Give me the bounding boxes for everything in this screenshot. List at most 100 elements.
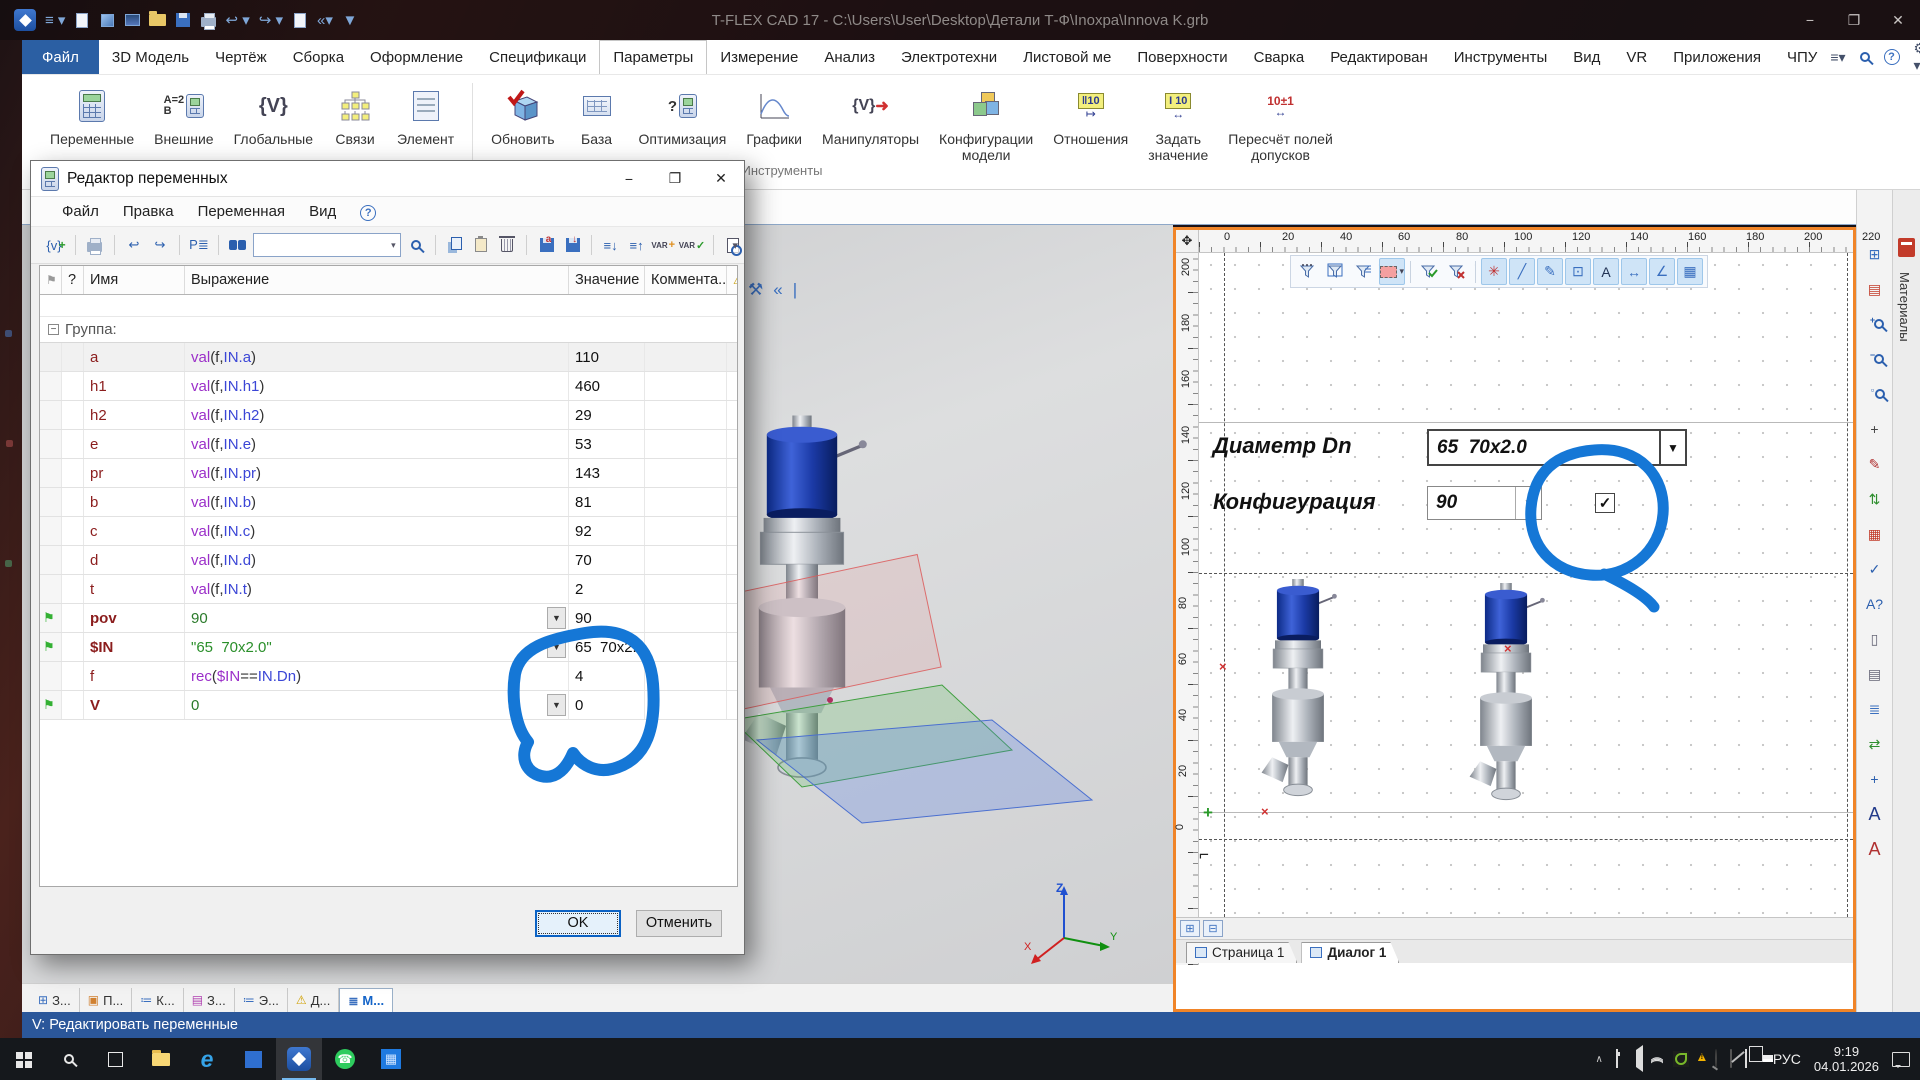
tab-Сборка[interactable]: Сборка [280, 40, 357, 74]
dialog-mode-icon[interactable]: ⊟ [1203, 920, 1223, 937]
paste-icon[interactable] [470, 233, 492, 257]
variable-expression[interactable]: 0▼ [185, 691, 569, 719]
variable-row-pov[interactable]: ⚑pov90▼90 [40, 604, 737, 633]
save-variables-icon[interactable]: a [535, 233, 557, 257]
filter-apply-icon[interactable] [1416, 258, 1442, 285]
checker-icon[interactable]: ▦ [1862, 522, 1888, 546]
nvidia-icon[interactable] [1673, 1051, 1689, 1067]
text-red-icon[interactable]: А [1862, 837, 1888, 861]
variable-expression[interactable]: val(f,IN.t) [185, 575, 569, 603]
column-header-Выражение[interactable]: Выражение [185, 266, 569, 294]
sheet-grid-icon[interactable]: ⊞ [1862, 242, 1888, 266]
clipboard-icon[interactable] [1745, 1050, 1747, 1068]
edge-icon[interactable]: e [184, 1038, 230, 1080]
variable-row-$IN[interactable]: ⚑$IN"65 70x2.0"▼65 70x2.0 [40, 633, 737, 662]
new-3d-model-icon[interactable] [99, 9, 115, 31]
ribbon-button-Графики[interactable]: Графики [736, 81, 812, 151]
menu-Файл[interactable]: Файл [51, 200, 110, 223]
snap-sketch-icon[interactable]: ✎ [1537, 258, 1563, 285]
collapse-icon[interactable]: « [773, 280, 782, 300]
dock-tab-П...[interactable]: ▣П... [80, 988, 133, 1012]
tab-Инструменты[interactable]: Инструменты [1441, 40, 1561, 74]
start-button[interactable] [0, 1038, 46, 1080]
battery-icon[interactable] [1616, 1050, 1618, 1068]
variable-row-c[interactable]: cval(f,IN.c)92 [40, 517, 737, 546]
language-indicator[interactable]: РУС [1773, 1051, 1801, 1067]
dock-tab-Э...[interactable]: ≔Э... [235, 988, 288, 1012]
search-button[interactable] [46, 1038, 92, 1080]
print-icon[interactable] [84, 233, 106, 257]
collapse-icon[interactable]: − [48, 324, 59, 335]
new-var-list-icon[interactable]: VAR+ [652, 233, 675, 257]
materials-icon[interactable]: ▤ [1862, 277, 1888, 301]
column-header-⚠[interactable]: ⚠ [727, 266, 738, 294]
group-row[interactable]: − Группа: [40, 316, 737, 343]
valve-figure-1[interactable] [1250, 579, 1346, 814]
task-view-button[interactable] [92, 1038, 138, 1080]
variable-expression[interactable]: 90▼ [185, 604, 569, 632]
zoom-in-icon[interactable]: + [1862, 312, 1888, 336]
valve-figure-2[interactable] [1458, 583, 1554, 818]
tab-VR[interactable]: VR [1613, 40, 1660, 74]
dialog-maximize-button[interactable]: ❐ [652, 162, 698, 196]
dialog-title-bar[interactable]: Редактор переменных −❐✕ [31, 161, 744, 197]
app-logo-icon[interactable] [14, 9, 36, 31]
menu-Вид[interactable]: Вид [298, 200, 347, 223]
pan-icon[interactable]: + [1862, 417, 1888, 441]
load-variables-icon[interactable]: ↓ [561, 233, 583, 257]
variable-row-e[interactable]: eval(f,IN.e)53 [40, 430, 737, 459]
snap-angle-icon[interactable]: ∠ [1649, 258, 1675, 285]
tab-Чертёж[interactable]: Чертёж [202, 40, 280, 74]
add-variable-icon[interactable]: {v}+ [45, 233, 67, 257]
axes-icon[interactable]: + [1862, 767, 1888, 791]
ribbon-button-Глобальные[interactable]: {V}Глобальные [224, 81, 323, 151]
variable-expression[interactable]: val(f,IN.b) [185, 488, 569, 516]
drawing-canvas[interactable]: ▾✳╱✎⊡A↔∠▦ Диаметр Dn 65 70x2.0 ▼ Конфигу… [1199, 253, 1853, 917]
ribbon-button-Связи[interactable]: Связи [323, 81, 387, 151]
page-icon[interactable]: ▯ [1862, 627, 1888, 651]
3d-view-toolbar[interactable]: ⚒ « | [748, 280, 797, 300]
annotate-icon[interactable]: A? [1862, 592, 1888, 616]
notification-center-icon[interactable] [1892, 1052, 1910, 1067]
dock-tab-З...[interactable]: ▤З... [184, 988, 235, 1012]
new-document-icon[interactable] [74, 9, 90, 31]
tab-3D Модель[interactable]: 3D Модель [99, 40, 202, 74]
variable-expression[interactable]: val(f,IN.c) [185, 517, 569, 545]
minimize-ribbon-icon[interactable]: ≡▾ [1830, 49, 1845, 66]
wifi-icon[interactable]: ((( [1656, 1050, 1660, 1068]
pinned-app-icon[interactable]: ▦ [368, 1038, 414, 1080]
chevron-down-icon[interactable]: ▼ [1515, 487, 1541, 519]
whatsapp-icon[interactable]: ☎ [322, 1038, 368, 1080]
cancel-button[interactable]: Отменить [636, 910, 722, 937]
close-button[interactable]: ✕ [1876, 1, 1920, 39]
move-down-icon[interactable]: ≡↓ [600, 233, 622, 257]
menu-icon[interactable]: ≡ ▾ [45, 9, 65, 31]
filter-color-swatch[interactable]: ▾ [1379, 258, 1405, 285]
ok-button[interactable]: OK [535, 910, 621, 937]
menu-Переменная[interactable]: Переменная [187, 200, 297, 223]
divider-icon[interactable]: | [793, 280, 797, 300]
dock-tab-М...[interactable]: ≣М... [339, 988, 393, 1012]
open-icon[interactable] [149, 9, 166, 31]
ribbon-button-Оптимизация[interactable]: ?Оптимизация [629, 81, 737, 151]
tab-Сварка[interactable]: Сварка [1241, 40, 1318, 74]
tab-Файл[interactable]: Файл [22, 40, 99, 74]
redo-icon[interactable]: ↪ [149, 233, 171, 257]
ribbon-button-Обновить[interactable]: Обновить [481, 81, 564, 151]
ribbon-button-Манипуляторы[interactable]: {V}➜Манипуляторы [812, 81, 929, 151]
page-icon[interactable] [292, 9, 308, 31]
menu-?[interactable]: ? [349, 200, 387, 224]
tab-Оформление[interactable]: Оформление [357, 40, 476, 74]
ribbon-button-Отношения[interactable]: ‖10↦Отношения [1043, 81, 1138, 151]
snap-box-icon[interactable]: ⊡ [1565, 258, 1591, 285]
delete-icon[interactable] [496, 233, 518, 257]
variable-expression[interactable]: val(f,IN.h1) [185, 372, 569, 400]
arrows-swap-icon[interactable]: ⇅ [1862, 487, 1888, 511]
variable-expression[interactable]: val(f,IN.pr) [185, 459, 569, 487]
tools-icon[interactable]: ⚒ [748, 280, 763, 300]
file-explorer-icon[interactable] [138, 1038, 184, 1080]
tab-Электротехни[interactable]: Электротехни [888, 40, 1010, 74]
customize-toolbar-icon[interactable]: ▼ [342, 9, 358, 31]
snap-grid-icon[interactable]: ▦ [1677, 258, 1703, 285]
variable-row-f[interactable]: frec($IN==IN.Dn)4 [40, 662, 737, 691]
